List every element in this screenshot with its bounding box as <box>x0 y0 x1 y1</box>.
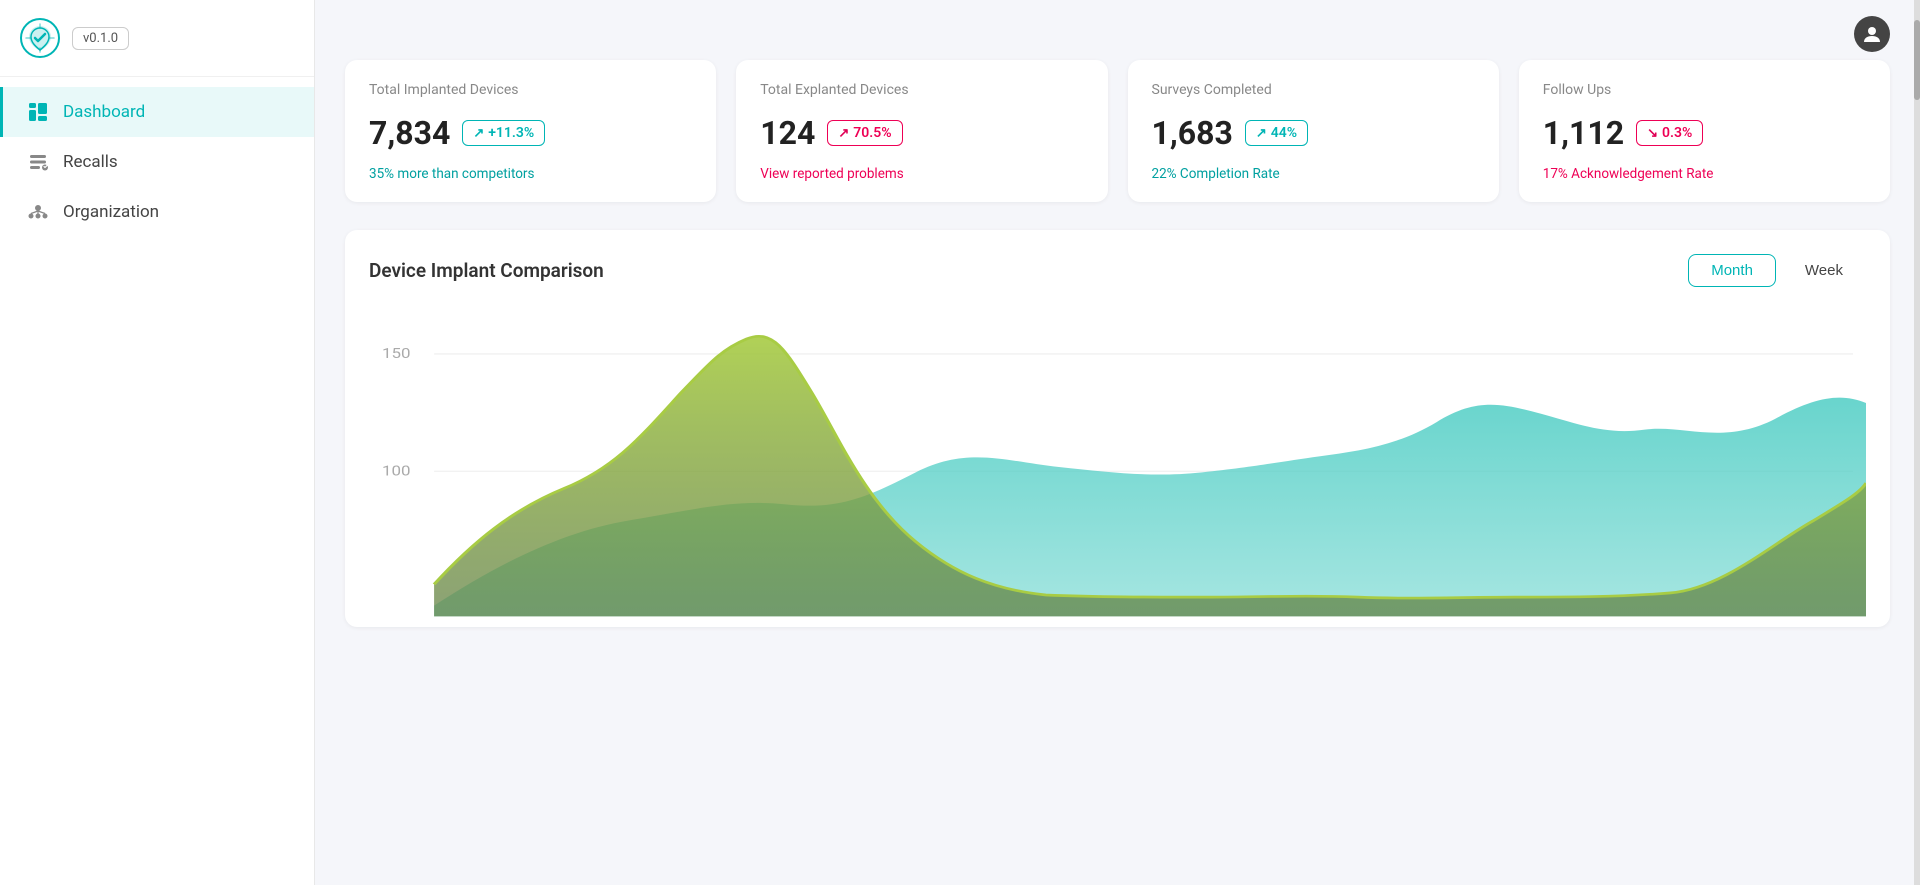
sidebar-item-label-dashboard: Dashboard <box>63 102 145 122</box>
stat-badge-followups: ↘ 0.3% <box>1636 120 1703 146</box>
organization-icon <box>27 201 49 223</box>
top-bar <box>345 0 1890 60</box>
version-badge: v0.1.0 <box>72 27 129 50</box>
chart-title: Device Implant Comparison <box>369 259 604 282</box>
dashboard-icon <box>27 101 49 123</box>
scrollbar-thumb[interactable] <box>1914 20 1920 100</box>
badge-text-explanted: 70.5% <box>853 125 891 141</box>
stat-value-explanted: 124 <box>760 114 815 152</box>
stat-card-surveys: Surveys Completed 1,683 ↗ 44% 22% Comple… <box>1128 60 1499 202</box>
stat-value-row-implanted: 7,834 ↗ +11.3% <box>369 114 692 152</box>
stat-subtext-followups: 17% Acknowledgement Rate <box>1543 166 1866 182</box>
sidebar-header: v0.1.0 <box>0 0 314 77</box>
stat-card-total-implanted: Total Implanted Devices 7,834 ↗ +11.3% 3… <box>345 60 716 202</box>
y-label-100: 100 <box>382 463 411 479</box>
sidebar-item-label-organization: Organization <box>63 202 159 222</box>
chart-svg: 150 100 <box>369 307 1866 627</box>
badge-text-followups: 0.3% <box>1662 125 1692 141</box>
logo-icon <box>20 18 60 58</box>
chart-section: Device Implant Comparison Month Week 150… <box>345 230 1890 627</box>
stat-value-surveys: 1,683 <box>1152 114 1233 152</box>
y-label-150: 150 <box>382 346 411 362</box>
stat-title-explanted: Total Explanted Devices <box>760 82 1083 98</box>
sidebar-item-organization[interactable]: Organization <box>0 187 314 237</box>
recalls-icon <box>27 151 49 173</box>
stat-value-row-followups: 1,112 ↘ 0.3% <box>1543 114 1866 152</box>
stat-card-total-explanted: Total Explanted Devices 124 ↗ 70.5% View… <box>736 60 1107 202</box>
stat-card-followups: Follow Ups 1,112 ↘ 0.3% 17% Acknowledgem… <box>1519 60 1890 202</box>
week-toggle-button[interactable]: Week <box>1782 254 1866 287</box>
month-toggle-button[interactable]: Month <box>1688 254 1776 287</box>
stat-value-row-surveys: 1,683 ↗ 44% <box>1152 114 1475 152</box>
scrollbar[interactable] <box>1914 0 1920 885</box>
main-content: Total Implanted Devices 7,834 ↗ +11.3% 3… <box>315 0 1920 885</box>
chart-wrapper: 150 100 <box>369 307 1866 627</box>
stat-subtext-explanted[interactable]: View reported problems <box>760 166 1083 182</box>
arrow-up-teal2-icon: ↗ <box>1256 126 1267 141</box>
badge-text-implanted: +11.3% <box>488 125 534 141</box>
arrow-down-icon: ↘ <box>1647 126 1658 141</box>
stat-badge-implanted: ↗ +11.3% <box>462 120 545 146</box>
stat-badge-surveys: ↗ 44% <box>1245 120 1308 146</box>
stat-value-implanted: 7,834 <box>369 114 450 152</box>
chart-toggle: Month Week <box>1688 254 1866 287</box>
stat-subtext-surveys: 22% Completion Rate <box>1152 166 1475 182</box>
sidebar-item-label-recalls: Recalls <box>63 152 118 172</box>
stat-title-surveys: Surveys Completed <box>1152 82 1475 98</box>
user-avatar[interactable] <box>1854 16 1890 52</box>
stat-badge-explanted: ↗ 70.5% <box>827 120 902 146</box>
arrow-up-icon: ↗ <box>473 126 484 141</box>
badge-text-surveys: 44% <box>1271 125 1297 141</box>
chart-header: Device Implant Comparison Month Week <box>369 254 1866 287</box>
stat-value-row-explanted: 124 ↗ 70.5% <box>760 114 1083 152</box>
stat-title-implanted: Total Implanted Devices <box>369 82 692 98</box>
stat-title-followups: Follow Ups <box>1543 82 1866 98</box>
stat-value-followups: 1,112 <box>1543 114 1624 152</box>
sidebar-item-recalls[interactable]: Recalls <box>0 137 314 187</box>
sidebar-nav: Dashboard Recalls <box>0 77 314 885</box>
arrow-up-red-icon: ↗ <box>838 126 849 141</box>
sidebar-item-dashboard[interactable]: Dashboard <box>0 87 314 137</box>
stats-row: Total Implanted Devices 7,834 ↗ +11.3% 3… <box>345 60 1890 202</box>
stat-subtext-implanted: 35% more than competitors <box>369 166 692 182</box>
sidebar: v0.1.0 Dashboard <box>0 0 315 885</box>
